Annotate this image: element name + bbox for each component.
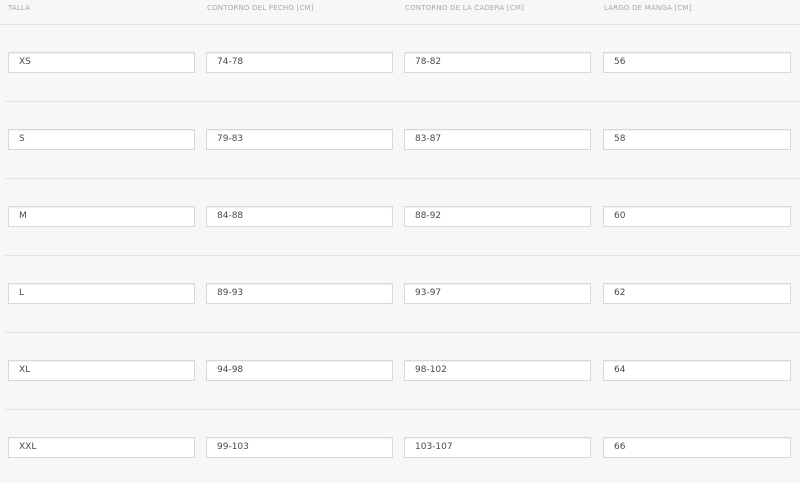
size-field[interactable]: XXL [8, 437, 195, 458]
hip-field[interactable]: 88-92 [404, 206, 591, 227]
header-sleeve: LARGO DE MANGA [CM] [604, 4, 692, 12]
chest-field[interactable]: 79-83 [206, 129, 393, 150]
sleeve-field[interactable]: 58 [603, 129, 791, 150]
chest-field[interactable]: 74-78 [206, 52, 393, 73]
hip-field[interactable]: 103-107 [404, 437, 591, 458]
size-field[interactable]: L [8, 283, 195, 304]
size-chart: TALLA CONTORNO DEL PECHO [CM] CONTORNO D… [0, 0, 800, 483]
sleeve-field[interactable]: 66 [603, 437, 791, 458]
table-row: XS 74-78 78-82 56 [0, 25, 800, 102]
size-field[interactable]: XS [8, 52, 195, 73]
sleeve-field[interactable]: 64 [603, 360, 791, 381]
table-row: L 89-93 93-97 62 [0, 256, 800, 333]
header-hip: CONTORNO DE LA CADERA [CM] [405, 4, 525, 12]
chest-field[interactable]: 99-103 [206, 437, 393, 458]
hip-field[interactable]: 93-97 [404, 283, 591, 304]
hip-field[interactable]: 78-82 [404, 52, 591, 73]
header-chest: CONTORNO DEL PECHO [CM] [207, 4, 314, 12]
chest-field[interactable]: 84-88 [206, 206, 393, 227]
table-row: S 79-83 83-87 58 [0, 102, 800, 179]
chest-field[interactable]: 89-93 [206, 283, 393, 304]
size-field[interactable]: XL [8, 360, 195, 381]
table-row: XL 94-98 98-102 64 [0, 333, 800, 410]
sleeve-field[interactable]: 62 [603, 283, 791, 304]
chest-field[interactable]: 94-98 [206, 360, 393, 381]
table-header: TALLA CONTORNO DEL PECHO [CM] CONTORNO D… [0, 0, 800, 25]
hip-field[interactable]: 83-87 [404, 129, 591, 150]
hip-field[interactable]: 98-102 [404, 360, 591, 381]
table-row: XXL 99-103 103-107 66 [0, 410, 800, 483]
table-row: M 84-88 88-92 60 [0, 179, 800, 256]
size-field[interactable]: S [8, 129, 195, 150]
header-size: TALLA [8, 4, 31, 12]
sleeve-field[interactable]: 56 [603, 52, 791, 73]
sleeve-field[interactable]: 60 [603, 206, 791, 227]
size-field[interactable]: M [8, 206, 195, 227]
